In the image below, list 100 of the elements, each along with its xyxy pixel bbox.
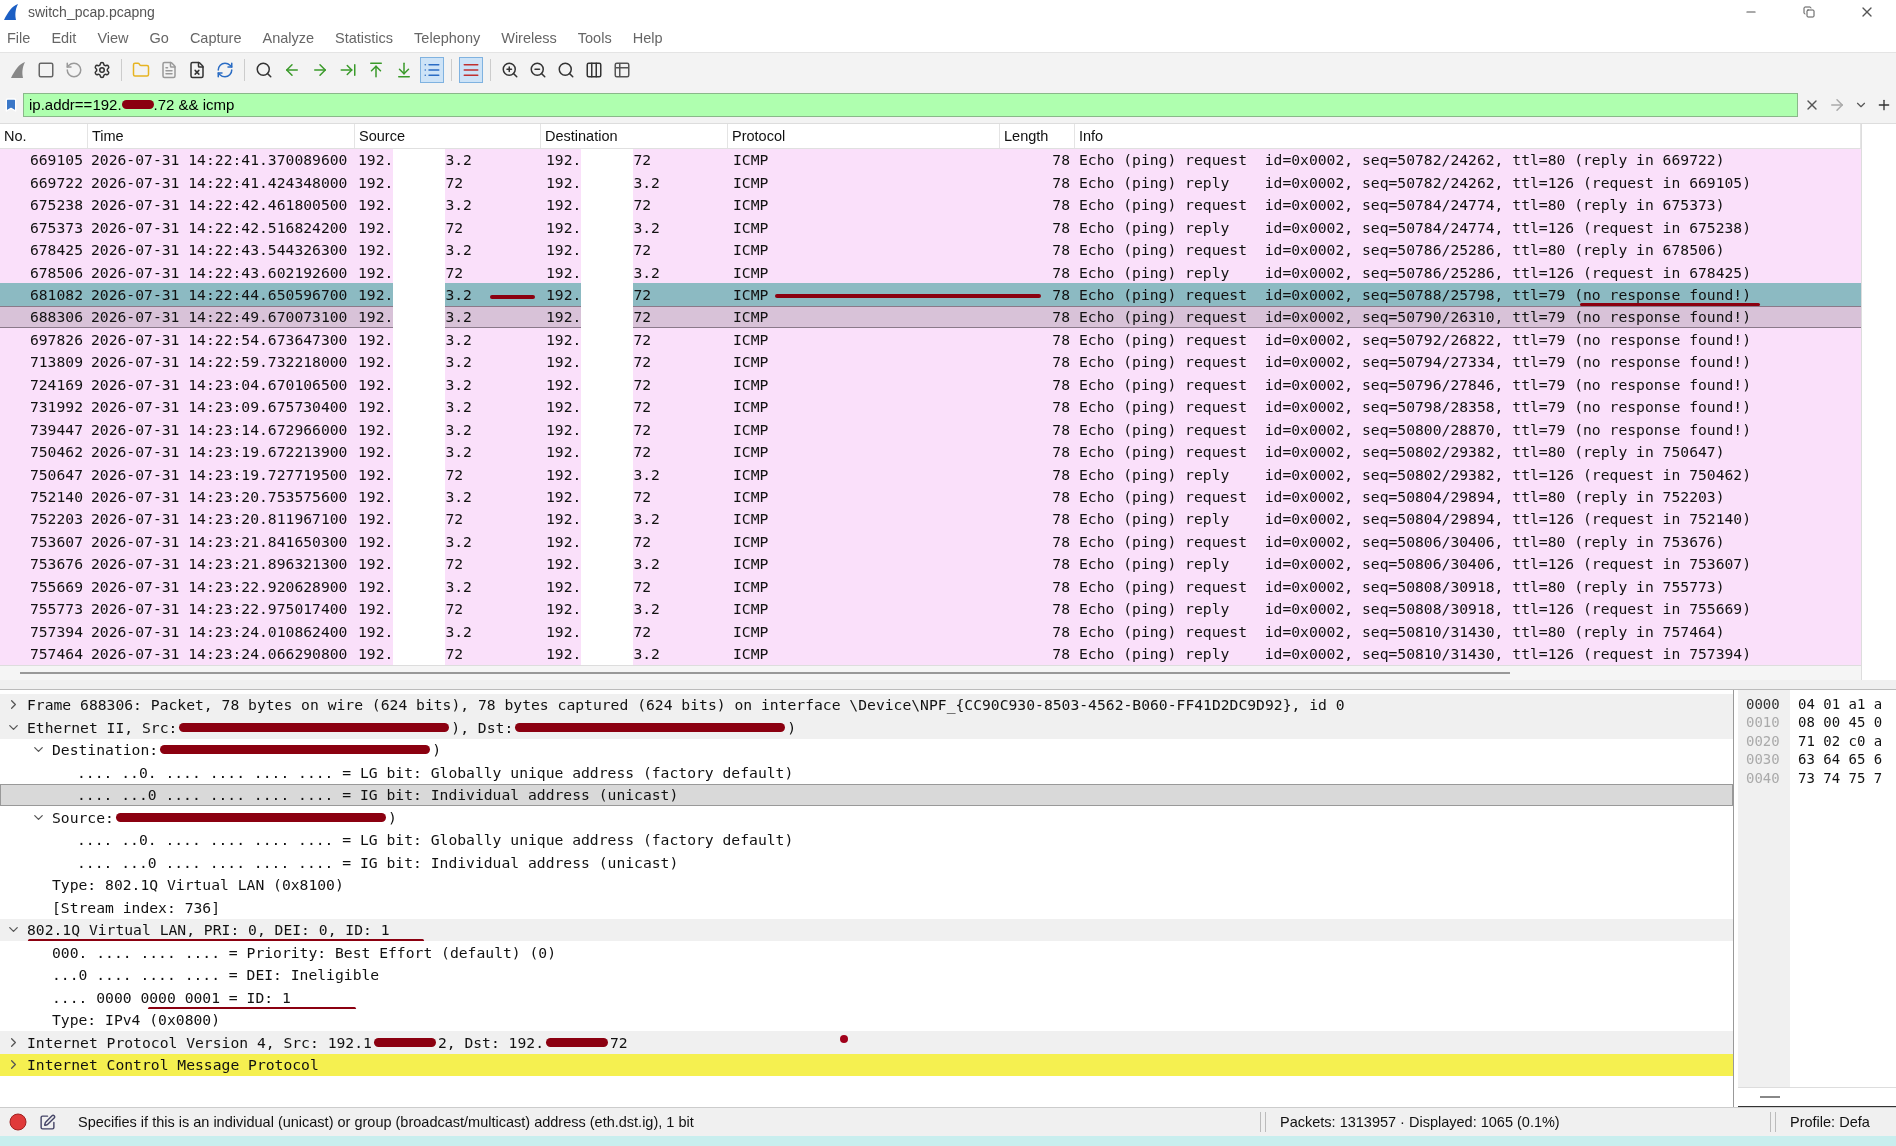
- table-cell: 192.: [358, 196, 394, 214]
- table-cell: 192.: [358, 398, 394, 416]
- packet-row[interactable]: 752140 2026-07-31 14:23:20.753575600 192. 3.2 192. 72 ICMP 78 Echo (ping) request id=0x0002, seq=50804/29894, ttl=80 (reply in 752203): [0, 485, 1861, 508]
- status-circle-icon[interactable]: [9, 1113, 27, 1132]
- packet-row[interactable]: 669105 2026-07-31 14:22:41.370089600 192. 3.2 192. 72 ICMP 78 Echo (ping) request id=0x0002, seq=50782/24262, ttl=80 (reply in 669722): [0, 148, 1861, 172]
- tree-row[interactable]: Internet Control Message Protocol: [0, 1053, 1733, 1077]
- packet-row[interactable]: 753607 2026-07-31 14:23:21.841650300 192. 3.2 192. 72 ICMP 78 Echo (ping) request id=0x0002, seq=50806/30406, ttl=80 (reply in 753676): [0, 530, 1861, 553]
- menu-item[interactable]: Telephony: [414, 29, 481, 46]
- menu-item[interactable]: Capture: [189, 29, 242, 46]
- table-cell: 192.: [358, 645, 394, 662]
- table-cell: 755773: [29, 600, 83, 618]
- menu-item[interactable]: File: [7, 29, 31, 46]
- table-cell: 3.2: [445, 286, 472, 303]
- filter-field[interactable]: ip.addr==192. .72 && icmp: [23, 92, 1798, 117]
- table-cell: Echo (ping) request id=0x0002, seq=50808/30918, ttl=80 (reply in 755773): [1079, 577, 1725, 595]
- table-cell: 72: [633, 622, 652, 640]
- table-cell: 72: [445, 465, 464, 483]
- redaction-mark: [393, 642, 446, 665]
- packet-row[interactable]: 755669 2026-07-31 14:23:22.920628900 192. 3.2 192. 72 ICMP 78 Echo (ping) request id=0x0002, seq=50808/30918, ttl=80 (reply in 755773): [0, 574, 1861, 598]
- table-cell: 2026-07-31 14:23:04.670106500: [91, 375, 348, 393]
- tree-row[interactable]: Ethernet II, Src: ), Dst: ): [0, 716, 1733, 739]
- table-cell: 2026-07-31 14:23:22.920628900: [91, 577, 348, 595]
- table-cell: 192.: [546, 420, 582, 438]
- packet-row[interactable]: 697826 2026-07-31 14:22:54.673647300 192. 3.2 192. 72 ICMP 78 Echo (ping) request id=0x0002, seq=50792/26822, ttl=79 (no response found!): [0, 328, 1861, 351]
- autoscroll-button[interactable]: [420, 56, 444, 83]
- table-cell: 681082: [29, 286, 83, 303]
- column-header[interactable]: Protocol: [728, 123, 1000, 148]
- table-cell: 192.: [358, 510, 394, 528]
- packet-row[interactable]: 757394 2026-07-31 14:23:24.010862400 192. 3.2 192. 72 ICMP 78 Echo (ping) request id=0x0002, seq=50810/31430, ttl=80 (reply in 757464): [0, 619, 1861, 643]
- table-cell: 78: [1052, 487, 1070, 505]
- packet-row[interactable]: 731992 2026-07-31 14:23:09.675730400 192. 3.2 192. 72 ICMP 78 Echo (ping) request id=0x0002, seq=50798/28358, ttl=79 (no response found!): [0, 395, 1861, 418]
- packet-row[interactable]: 681082 2026-07-31 14:22:44.650596700 192. 3.2 192. 72 ICMP 78 Echo (ping) request id=0x0002, seq=50788/25798, ttl=79 (no response found!): [0, 283, 1861, 306]
- table-cell: 72: [633, 286, 652, 303]
- table-cell: 2026-07-31 14:23:19.672213900: [91, 443, 348, 461]
- table-cell: 750647: [29, 465, 83, 483]
- table-cell: 192.: [358, 555, 394, 573]
- table-cell: 3.2: [445, 443, 472, 461]
- table-cell: 72: [633, 420, 652, 438]
- packet-row[interactable]: 713809 2026-07-31 14:22:59.732218000 192. 3.2 192. 72 ICMP 78 Echo (ping) request id=0x0002, seq=50794/27334, ttl=79 (no response found!): [0, 350, 1861, 374]
- table-cell: 78: [1052, 263, 1070, 281]
- menu-item[interactable]: Statistics: [335, 29, 394, 46]
- table-cell: 192.: [546, 510, 582, 528]
- table-cell: 3.2: [445, 196, 472, 214]
- menu-item[interactable]: View: [97, 29, 129, 46]
- packet-row[interactable]: 688306 2026-07-31 14:22:49.670073100 192. 3.2 192. 72 ICMP 78 Echo (ping) request id=0x0002, seq=50790/26310, ttl=79 (no response found!): [0, 305, 1861, 329]
- field-text: 2, Dst: 192.: [437, 1033, 544, 1051]
- packet-row[interactable]: 675238 2026-07-31 14:22:42.461800500 192. 3.2 192. 72 ICMP 78 Echo (ping) request id=0x0002, seq=50784/24774, ttl=80 (reply in 675373): [0, 193, 1861, 216]
- packet-row[interactable]: 750647 2026-07-31 14:23:19.727719500 192. 72 192. 3.2 ICMP 78 Echo (ping) reply id=0x0002, seq=50802/29382, ttl=126 (request in 750462): [0, 462, 1861, 486]
- packet-row[interactable]: 678425 2026-07-31 14:22:43.544326300 192. 3.2 192. 72 ICMP 78 Echo (ping) request id=0x0002, seq=50786/25286, ttl=80 (reply in 678506): [0, 238, 1861, 261]
- table-cell: Echo (ping) request id=0x0002, seq=50800/28870, ttl=79 (no response found!): [1079, 420, 1752, 438]
- packet-row[interactable]: 739447 2026-07-31 14:23:14.672966000 192. 3.2 192. 72 ICMP 78 Echo (ping) request id=0x0002, seq=50800/28870, ttl=79 (no response found!): [0, 417, 1861, 441]
- column-header[interactable]: Time: [88, 123, 355, 148]
- menu-item[interactable]: Go: [149, 29, 169, 46]
- tree-row[interactable]: Frame 688306: Packet, 78 bytes on wire (624 bits), 78 bytes captured (624 bits) on interface \Device\NPF_{CC90C930-8503-4562-B060-FF41D2DC9D92}, id 0: [0, 693, 1733, 717]
- field-text: .... ..0. .... .... .... .... = LG bit: Globally unique address (factory default): [77, 763, 794, 781]
- menu-item[interactable]: Tools: [577, 29, 612, 46]
- table-cell: 3.2: [633, 465, 660, 483]
- column-header[interactable]: No.: [0, 123, 88, 148]
- table-cell: ICMP: [733, 577, 769, 595]
- packet-row[interactable]: 757464 2026-07-31 14:23:24.066290800 192. 72 192. 3.2 ICMP 78 Echo (ping) reply id=0x0002, seq=50810/31430, ttl=126 (request in 757394): [0, 642, 1861, 665]
- table-cell: 192.: [546, 532, 582, 550]
- redaction-mark: [581, 642, 634, 665]
- field-text: 000. .... .... .... = Priority: Best Effort (default) (0): [52, 943, 557, 961]
- table-cell: Echo (ping) request id=0x0002, seq=50790/26310, ttl=79 (no response found!): [1079, 308, 1752, 326]
- colorize-button[interactable]: [459, 56, 483, 83]
- packet-row[interactable]: 752203 2026-07-31 14:23:20.811967100 192. 72 192. 3.2 ICMP 78 Echo (ping) reply id=0x0002, seq=50804/29894, ttl=126 (request in 752140): [0, 507, 1861, 531]
- table-cell: 675238: [29, 196, 83, 214]
- tree-row[interactable]: .... ...0 .... .... .... .... = IG bit: Individual address (unicast): [0, 783, 1733, 807]
- table-cell: 3.2: [633, 510, 660, 528]
- table-cell: 192.: [546, 443, 582, 461]
- column-header[interactable]: Destination: [541, 123, 728, 148]
- packet-row[interactable]: 678506 2026-07-31 14:22:43.602192600 192. 72 192. 3.2 ICMP 78 Echo (ping) reply id=0x0002, seq=50786/25286, ttl=126 (request in 678425): [0, 260, 1861, 284]
- table-cell: 750462: [29, 443, 83, 461]
- menu-item[interactable]: Wireless: [501, 29, 557, 46]
- window-title: switch_pcap.pcapng: [28, 4, 155, 20]
- packet-row[interactable]: 675373 2026-07-31 14:22:42.516824200 192. 72 192. 3.2 ICMP 78 Echo (ping) reply id=0x0002, seq=50784/24774, ttl=126 (request in 675238): [0, 215, 1861, 239]
- packet-row[interactable]: 750462 2026-07-31 14:23:19.672213900 192. 3.2 192. 72 ICMP 78 Echo (ping) request id=0x0002, seq=50802/29382, ttl=80 (reply in 750647): [0, 440, 1861, 463]
- tree-row[interactable]: 802.1Q Virtual LAN, PRI: 0, DEI: 0, ID: 1: [0, 918, 1733, 942]
- columns-icon: [585, 60, 603, 79]
- menu-item[interactable]: Analyze: [262, 29, 315, 46]
- folder-icon: [132, 60, 150, 79]
- packet-row[interactable]: 753676 2026-07-31 14:23:21.896321300 192. 72 192. 3.2 ICMP 78 Echo (ping) reply id=0x0002, seq=50806/30406, ttl=126 (request in 753607): [0, 552, 1861, 575]
- table-cell: 192.: [358, 330, 394, 348]
- column-header[interactable]: Length: [1000, 123, 1075, 148]
- table-cell: 192.: [358, 308, 394, 326]
- packet-row[interactable]: 669722 2026-07-31 14:22:41.424348000 192. 72 192. 3.2 ICMP 78 Echo (ping) reply id=0x0002, seq=50782/24262, ttl=126 (request in 669105): [0, 171, 1861, 194]
- menu-item[interactable]: Edit: [51, 29, 77, 46]
- table-cell: Echo (ping) request id=0x0002, seq=50782/24262, ttl=80 (reply in 669722): [1079, 151, 1725, 169]
- profile-label[interactable]: Profile: Defa: [1790, 1114, 1870, 1131]
- packet-row[interactable]: 724169 2026-07-31 14:23:04.670106500 192. 3.2 192. 72 ICMP 78 Echo (ping) request id=0x0002, seq=50796/27846, ttl=79 (no response found!): [0, 373, 1861, 396]
- table-cell: 78: [1052, 398, 1070, 416]
- edit-icon[interactable]: [39, 1113, 56, 1131]
- menu-item[interactable]: Help: [632, 29, 663, 46]
- table-cell: 2026-07-31 14:23:21.841650300: [91, 532, 348, 550]
- horizontal-scrollbar[interactable]: [1738, 1087, 1896, 1108]
- tree-row[interactable]: Internet Protocol Version 4, Src: 192.1 2, Dst: 192. 72: [0, 1031, 1733, 1054]
- bookmark-icon[interactable]: [3, 96, 19, 113]
- column-header[interactable]: Source: [355, 123, 541, 148]
- packet-row[interactable]: 755773 2026-07-31 14:23:22.975017400 192. 72 192. 3.2 ICMP 78 Echo (ping) reply id=0x0002, seq=50808/30918, ttl=126 (request in 755669): [0, 597, 1861, 620]
- table-cell: 72: [445, 510, 464, 528]
